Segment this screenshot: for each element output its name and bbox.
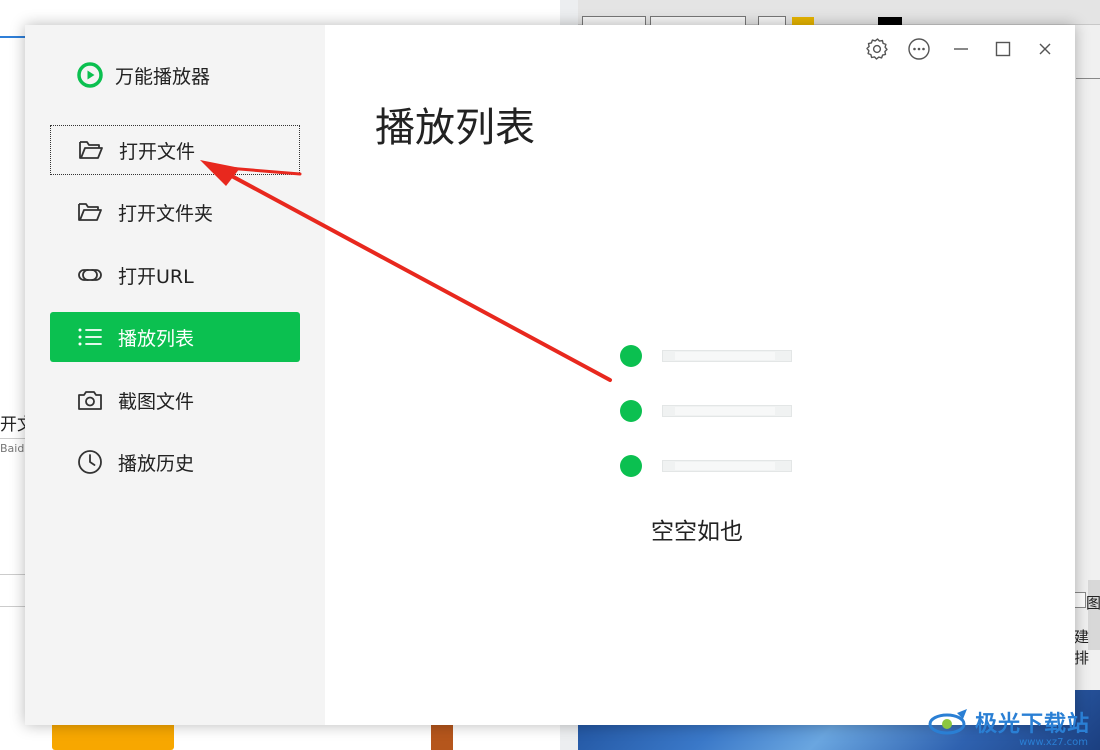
watermark-text: 极光下载站	[974, 712, 1090, 737]
sidebar-item-playlist[interactable]: 播放列表	[50, 312, 300, 362]
app-brand: 万能播放器	[77, 62, 210, 88]
placeholder-bar	[662, 350, 792, 362]
camera-icon	[76, 386, 104, 414]
placeholder-bar	[662, 405, 792, 417]
background-document-line	[1076, 78, 1100, 79]
watermark-url: www.xz7.com	[1019, 737, 1088, 748]
sidebar-item-open-file[interactable]: 打开文件	[50, 125, 300, 175]
app-logo-icon	[77, 62, 103, 88]
page-title: 播放列表	[375, 105, 535, 151]
gear-icon	[866, 38, 888, 60]
maximize-icon	[995, 41, 1011, 57]
background-text-fragment: 图	[1086, 594, 1100, 612]
maximize-button[interactable]	[987, 35, 1019, 63]
sidebar-item-label: 截图文件	[118, 390, 195, 413]
placeholder-dot	[620, 400, 642, 422]
placeholder-row	[620, 454, 800, 478]
clock-icon	[76, 448, 104, 476]
sidebar-item-label: 播放列表	[118, 327, 195, 350]
sidebar-item-screenshots[interactable]: 截图文件	[50, 375, 300, 425]
minimize-button[interactable]	[945, 35, 977, 63]
placeholder-dot	[620, 345, 642, 367]
sidebar-item-label: 打开文件夹	[118, 202, 214, 225]
sidebar: 万能播放器 打开文件 打开文件夹 打开URL 播放列表 截图文件 播放历史	[25, 25, 325, 725]
link-icon	[76, 261, 104, 289]
background-text-fragment: 建排	[1074, 628, 1090, 667]
background-divider	[0, 438, 28, 439]
sidebar-item-label: 打开文件	[119, 140, 196, 163]
background-checkbox	[1074, 592, 1086, 608]
watermark: 极光下载站 www.xz7.com	[927, 706, 1090, 748]
player-window: 万能播放器 打开文件 打开文件夹 打开URL 播放列表 截图文件 播放历史 播放…	[25, 25, 1075, 725]
background-accent-line	[0, 36, 28, 38]
close-icon	[1039, 43, 1051, 55]
sidebar-item-label: 播放历史	[118, 452, 195, 475]
more-icon	[908, 38, 930, 60]
minimize-icon	[954, 48, 968, 50]
sidebar-item-open-url[interactable]: 打开URL	[50, 250, 300, 300]
sidebar-item-label: 打开URL	[118, 265, 194, 288]
sidebar-item-open-folder[interactable]: 打开文件夹	[50, 187, 300, 237]
watermark-logo-icon	[928, 709, 967, 735]
placeholder-row	[620, 344, 800, 368]
background-divider	[0, 574, 28, 575]
folder-open-icon	[77, 136, 105, 164]
folder-open-icon	[76, 198, 104, 226]
placeholder-row	[620, 399, 800, 423]
list-icon	[76, 323, 104, 351]
more-button[interactable]	[903, 35, 935, 63]
close-button[interactable]	[1029, 35, 1061, 63]
empty-playlist-illustration	[620, 340, 800, 477]
background-divider	[0, 606, 28, 607]
main-content: 播放列表 空空如也	[325, 25, 1075, 725]
placeholder-bar	[662, 460, 792, 472]
window-controls	[861, 35, 1061, 63]
empty-state-text: 空空如也	[651, 519, 743, 545]
sidebar-item-history[interactable]: 播放历史	[50, 437, 300, 487]
placeholder-dot	[620, 455, 642, 477]
settings-button[interactable]	[861, 35, 893, 63]
background-image-fragment	[431, 724, 453, 750]
app-name: 万能播放器	[115, 65, 211, 88]
